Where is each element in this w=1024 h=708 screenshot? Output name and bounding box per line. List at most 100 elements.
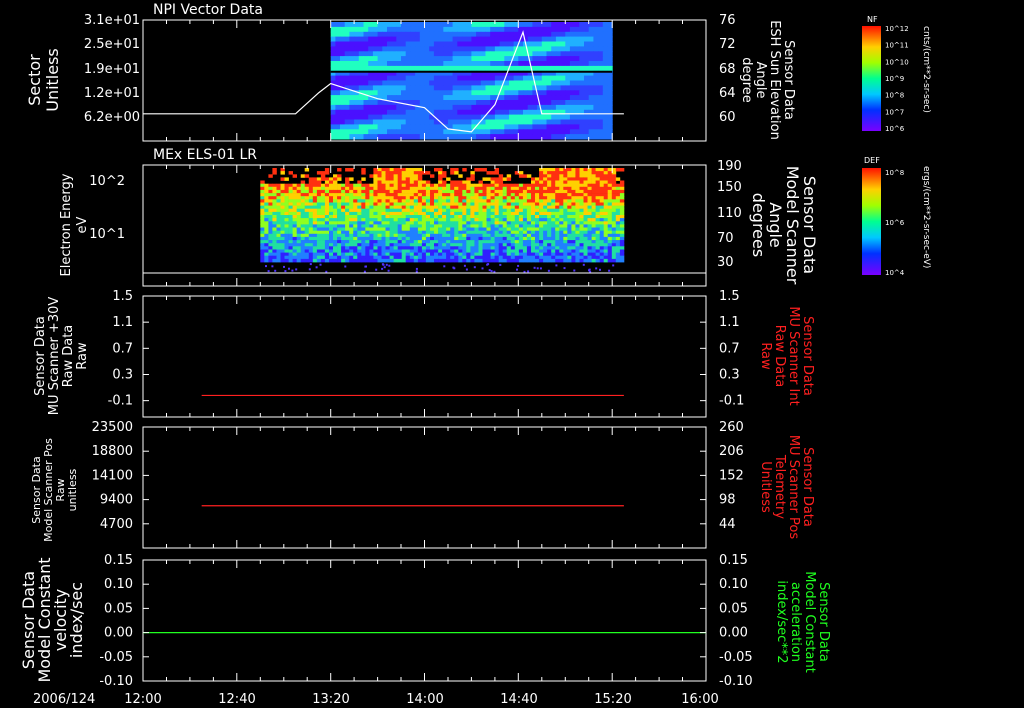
panel5-ytick: 0.00 xyxy=(104,626,133,641)
panel1-ytick: 2.5e+01 xyxy=(84,37,140,52)
panel2-rtick: 110 xyxy=(717,206,742,221)
panel-els: MEx ELS-01 LR Electron Energy eV 10^2 10… xyxy=(59,147,819,287)
panel5-rtick: 0.10 xyxy=(719,577,748,592)
panel5-rtick: 0.00 xyxy=(719,626,748,641)
panel1-rtick: 60 xyxy=(719,110,736,125)
panel1-rlabel-2: ESH Sun Elevation xyxy=(767,20,782,140)
panel4-ylabel-4: unitless xyxy=(66,468,79,511)
panel1-rlabel-3: Angle xyxy=(753,62,768,99)
panel5-ylabel-4: index/sec xyxy=(67,582,86,658)
panel4-ytick: 23500 xyxy=(92,420,133,435)
panel1-rtick: 68 xyxy=(719,62,736,77)
panel5-ytick: 0.15 xyxy=(104,553,133,568)
colorbar-def-gradient xyxy=(862,168,881,275)
panel1-ylabel-2: Unitless xyxy=(43,48,62,112)
panel3-ylabel-1: Sensor Data xyxy=(33,316,48,396)
x-tick-label: 12:40 xyxy=(218,692,255,707)
panel5-ytick: -0.10 xyxy=(99,674,133,689)
panel2-ytick: 10^1 xyxy=(89,227,125,242)
panel2-rtick: 70 xyxy=(717,231,734,246)
panel3-rtick: -0.1 xyxy=(719,394,744,409)
panel5-rlabel-1: Sensor Data xyxy=(816,582,831,662)
panel1-rlabel-4: degree xyxy=(739,57,754,103)
colorbar-nf-label: NF xyxy=(867,15,878,24)
panel1-rtick: 64 xyxy=(719,86,736,101)
panel3-rtick: 1.1 xyxy=(719,315,740,330)
colorbar-tick: 10^6 xyxy=(885,219,905,227)
panel4-ytick: 14100 xyxy=(92,468,133,483)
panel2-ylabel-1: Electron Energy xyxy=(59,173,74,276)
panel2-rtick: 190 xyxy=(717,159,742,174)
panel5-rlabel-2: Model Constant xyxy=(802,571,817,673)
colorbar-tick: 10^12 xyxy=(885,25,909,33)
panel2-title: MEx ELS-01 LR xyxy=(153,147,257,163)
colorbar-def-units: ergs/(cm**2-sr-sec-eV) xyxy=(921,166,931,268)
panel3-ylabel-4: Raw xyxy=(75,342,90,370)
colorbar-tick: 10^7 xyxy=(885,108,904,116)
x-date-label: 2006/124 xyxy=(33,692,95,707)
panel4-rtick: 206 xyxy=(719,444,744,459)
colorbar-nf-units: cnts/(cm**2-sr-sec) xyxy=(921,26,931,113)
panel5-rtick: 0.15 xyxy=(719,553,748,568)
panel4-rlabel-1: Sensor Data xyxy=(800,447,815,527)
colorbar-tick: 10^11 xyxy=(885,42,909,50)
panel5-ytick: 0.10 xyxy=(104,577,133,592)
panel5-rtick: -0.05 xyxy=(719,650,753,665)
panel5-ytick: 0.05 xyxy=(104,601,133,616)
x-tick-label: 14:40 xyxy=(500,692,537,707)
panel1-ytick: 6.2e+00 xyxy=(84,110,140,125)
colorbar-tick: 10^4 xyxy=(885,269,905,277)
panel1-ytick: 1.9e+01 xyxy=(84,62,140,77)
x-tick-label: 14:00 xyxy=(406,692,443,707)
panel3-ytick: -0.1 xyxy=(108,394,133,409)
panel4-rtick: 260 xyxy=(719,420,744,435)
panel3-ylabel-3: Raw Data xyxy=(61,325,76,388)
panel-velocity: Sensor Data Model Constant velocity inde… xyxy=(19,553,831,689)
panel1-rlabel-1: Sensor Data xyxy=(781,40,796,120)
panel3-ytick: 0.3 xyxy=(112,368,133,383)
panel4-rtick: 98 xyxy=(719,493,736,508)
panel-npi: NPI Vector Data Sector Unitless 3.1e+01 … xyxy=(25,2,796,142)
panel3-frame xyxy=(142,295,707,418)
panel3-rtick: 0.7 xyxy=(719,341,740,356)
colorbar-def-label: DEF xyxy=(864,156,880,165)
colorbar-tick: 10^9 xyxy=(885,75,904,83)
colorbar-nf: NF 10^12 10^11 10^10 10^9 10^8 10^7 10^6 cnts/… xyxy=(862,15,931,133)
colorbar-def: DEF 10^8 10^6 10^4 ergs/(cm**2-sr-sec-eV) xyxy=(862,156,931,277)
panel2-ylabel-2: eV xyxy=(75,216,90,233)
panel3-ytick: 0.7 xyxy=(112,341,133,356)
colorbar-tick: 10^10 xyxy=(885,58,909,66)
panel3-rtick: 0.3 xyxy=(719,368,740,383)
panel4-ytick: 4700 xyxy=(100,517,133,532)
x-tick-label: 12:00 xyxy=(124,692,161,707)
panel2-rtick: 150 xyxy=(717,180,742,195)
colorbar-tick: 10^8 xyxy=(885,92,904,100)
x-tick-label: 16:00 xyxy=(681,692,718,707)
panel5-rlabel-3: acceleration xyxy=(788,582,803,662)
panel4-rlabel-4: Unitless xyxy=(758,461,773,513)
panel5-ytick: -0.05 xyxy=(99,650,133,665)
panel4-rlabel-3: Telemetry xyxy=(772,454,787,519)
panel4-ytick: 9400 xyxy=(100,493,133,508)
panel1-ylabel-1: Sector xyxy=(25,54,44,106)
panel5-frame xyxy=(142,559,707,682)
panel4-rlabel-2: MU Scanner Pos xyxy=(786,435,801,540)
colorbar-tick: 10^8 xyxy=(885,169,904,177)
panel2-rlabel-4: degrees xyxy=(749,193,768,257)
panel1-title: NPI Vector Data xyxy=(153,2,263,18)
panel3-ylabel-2: MU Scanner +30V xyxy=(47,297,62,416)
colorbar-tick: 10^6 xyxy=(885,125,905,133)
panel4-rtick: 44 xyxy=(719,517,736,532)
panel2-rtick: 30 xyxy=(717,255,734,270)
panel2-ytick: 10^2 xyxy=(89,174,125,189)
panel-scanner-pos: Sensor Data Model Scanner Pos Raw unitle… xyxy=(30,420,815,549)
panel3-ytick: 1.1 xyxy=(112,315,133,330)
panel1-ytick: 3.1e+01 xyxy=(84,13,140,28)
panel3-rtick: 1.5 xyxy=(719,289,740,304)
panel4-frame xyxy=(142,426,707,549)
panel3-rlabel-4: Raw xyxy=(758,342,773,370)
colorbar-nf-gradient xyxy=(862,26,881,131)
panel5-rlabel-4: index/sec**2 xyxy=(774,580,789,663)
panel1-rtick: 72 xyxy=(719,37,736,52)
panel3-rlabel-2: MU Scanner Int xyxy=(786,306,801,405)
